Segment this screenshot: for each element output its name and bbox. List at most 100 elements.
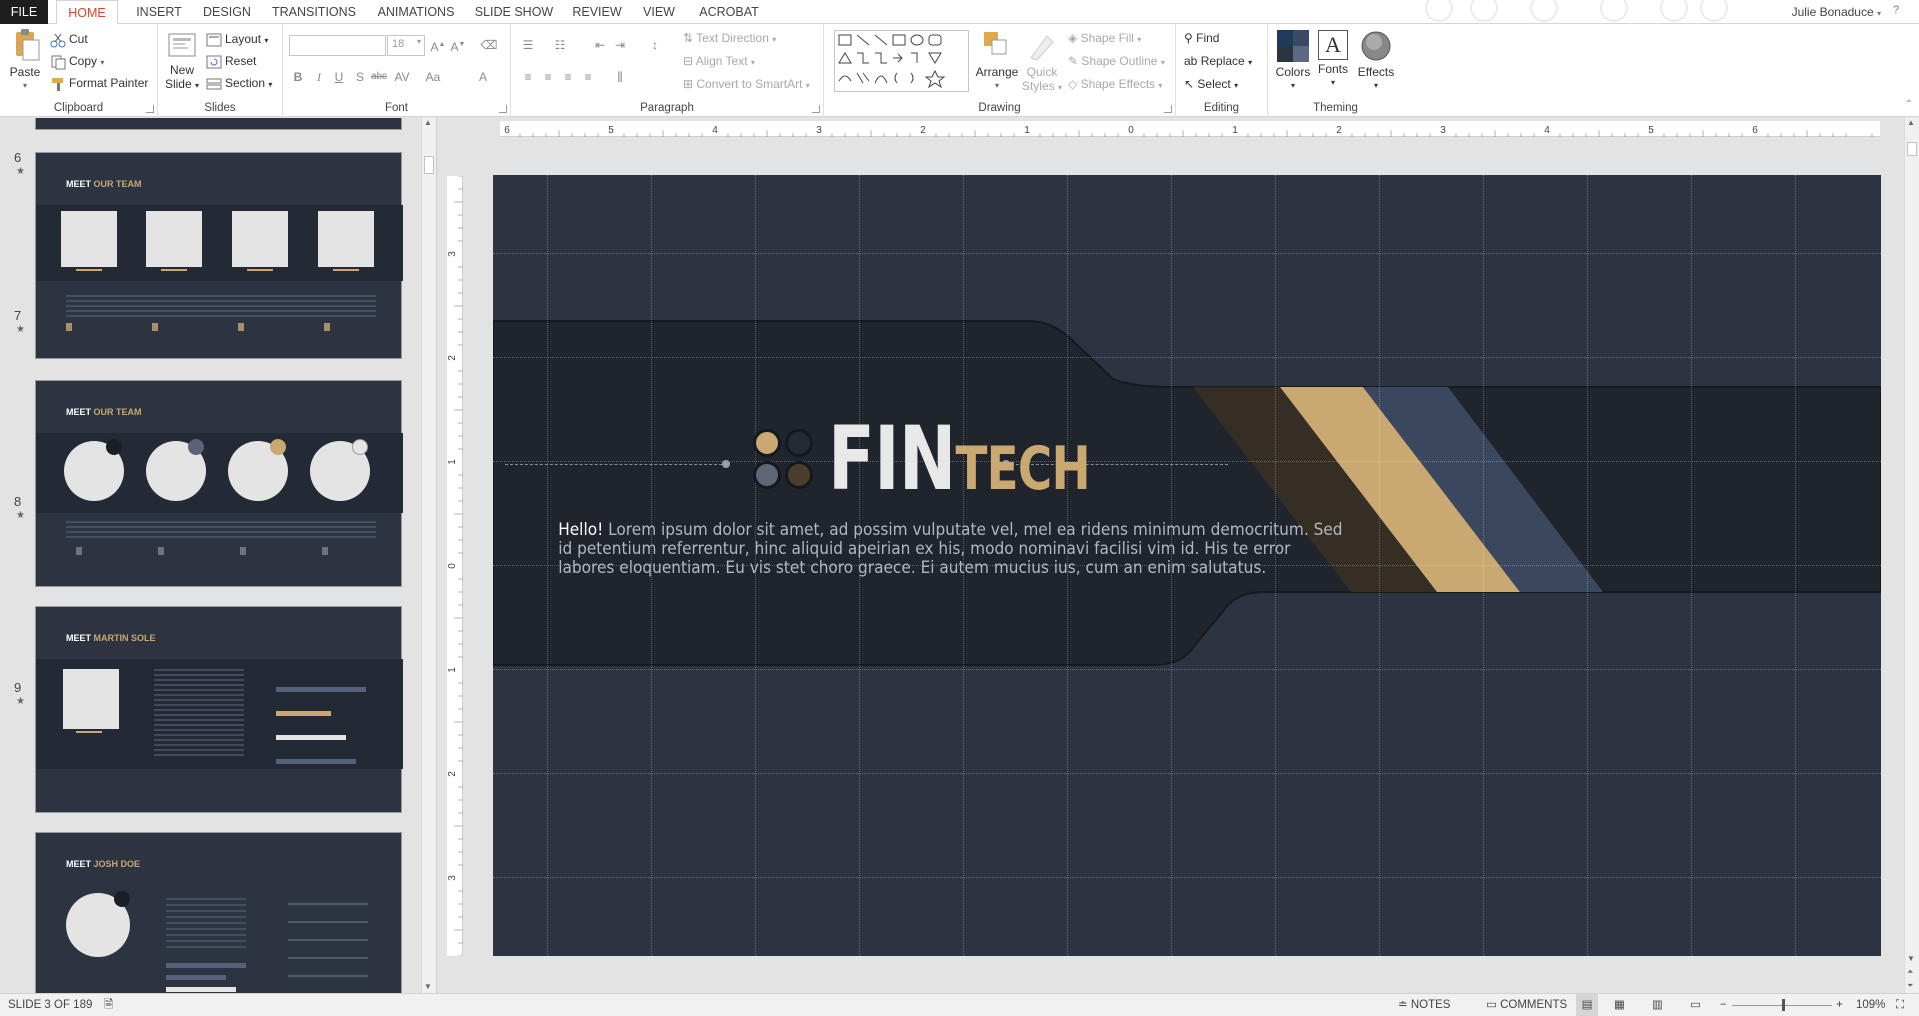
zoom-out-icon[interactable]: − (1720, 994, 1727, 1016)
text-direction-button[interactable]: ⇅ Text Direction ▾ (683, 28, 776, 48)
arrange-button[interactable]: Arrange ▾ (974, 30, 1020, 93)
user-name[interactable]: Julie Bonaduce (1792, 5, 1874, 19)
replace-button[interactable]: ab Replace ▾ (1184, 51, 1252, 71)
align-right-icon[interactable]: ≡ (559, 68, 577, 86)
decrease-indent-icon[interactable]: ⇤ (591, 36, 609, 54)
tab-acrobat[interactable]: ACROBAT (692, 0, 766, 24)
numbering-icon[interactable]: ☷ (551, 36, 569, 54)
font-size-combo[interactable]: 18 ▾ (387, 35, 425, 56)
user-account[interactable]: Julie Bonaduce ▾ (1792, 0, 1881, 24)
shadow-button[interactable]: S (351, 68, 369, 86)
collapse-ribbon-icon[interactable]: ⌃ (1903, 96, 1915, 114)
align-left-icon[interactable]: ≡ (519, 68, 537, 86)
section-button[interactable]: Section ▾ (206, 73, 272, 93)
fonts-button[interactable]: A Fonts ▾ (1314, 30, 1352, 90)
bullets-icon[interactable]: ☰ (519, 36, 537, 54)
effects-button[interactable]: Effects ▾ (1356, 30, 1396, 93)
tab-transitions[interactable]: TRANSITIONS (268, 0, 360, 24)
select-button[interactable]: ↖ Select ▾ (1184, 74, 1238, 94)
copy-button[interactable]: Copy ▾ (50, 51, 104, 71)
slide-thumbnail-9[interactable]: MEET JOSH DOE (35, 832, 402, 993)
slide-thumbnail-partial[interactable] (35, 118, 402, 130)
change-case-icon[interactable]: Aa (424, 68, 442, 86)
shape-fill-button[interactable]: ◈ Shape Fill ▾ (1068, 28, 1141, 48)
normal-view-icon[interactable]: ▤ (1576, 994, 1598, 1016)
scrollbar-thumb[interactable] (424, 156, 434, 174)
chevron-down-icon[interactable]: ▾ (1877, 9, 1881, 18)
zoom-slider-thumb[interactable] (1782, 999, 1785, 1011)
shape-outline-button[interactable]: ✎ Shape Outline ▾ (1068, 51, 1165, 71)
scroll-down-icon[interactable]: ▼ (1907, 954, 1915, 963)
comments-button[interactable]: ▭ COMMENTS (1486, 994, 1567, 1016)
dialog-launcher-icon[interactable] (499, 105, 507, 113)
reading-view-icon[interactable]: ▥ (1652, 994, 1663, 1016)
tab-review[interactable]: REVIEW (568, 0, 626, 24)
quick-styles-button[interactable]: Quick Styles ▾ (1020, 30, 1064, 95)
underline-button[interactable]: U (330, 68, 348, 86)
justify-icon[interactable]: ≡ (579, 68, 597, 86)
font-name-combo[interactable] (289, 35, 386, 56)
vertical-ruler[interactable]: 3 2 1 0 1 2 3 (447, 175, 463, 957)
layout-button[interactable]: Layout ▾ (206, 29, 268, 49)
tab-design[interactable]: DESIGN (198, 0, 256, 24)
italic-button[interactable]: I (310, 68, 328, 86)
fit-to-window-icon[interactable]: ⛶ (1896, 994, 1904, 1016)
scrollbar-thumb[interactable] (1907, 142, 1917, 156)
line-spacing-icon[interactable]: ↕ (646, 36, 664, 54)
strikethrough-button[interactable]: abc (370, 68, 388, 86)
shrink-font-icon[interactable]: A▼ (449, 36, 467, 54)
chevron-down-icon[interactable]: ▾ (100, 58, 104, 67)
zoom-level[interactable]: 109% (1856, 994, 1885, 1016)
slide-sorter-icon[interactable]: ▦ (1614, 994, 1625, 1016)
slide-show-icon[interactable]: ▭ (1690, 994, 1701, 1016)
align-center-icon[interactable]: ≡ (539, 68, 557, 86)
tab-slide-show[interactable]: SLIDE SHOW (471, 0, 557, 24)
next-slide-icon[interactable]: ⏷ (1907, 981, 1913, 991)
slide-thumbnail-6[interactable]: MEET OUR TEAM (35, 152, 403, 359)
clear-formatting-icon[interactable]: ⌫ (480, 36, 498, 54)
grow-font-icon[interactable]: A▲ (429, 36, 447, 54)
shapes-gallery[interactable] (834, 30, 969, 92)
dialog-launcher-icon[interactable] (146, 105, 154, 113)
slide-thumbnail-8[interactable]: MEET MARTIN SOLE (35, 606, 403, 813)
bold-button[interactable]: B (289, 68, 307, 86)
notes-button[interactable]: ≐ NOTES (1398, 994, 1450, 1016)
slide-canvas[interactable]: FINTECH Hello! Lorem ipsum dolor sit ame… (493, 175, 1881, 956)
reset-button[interactable]: Reset (206, 51, 256, 71)
tab-animations[interactable]: ANIMATIONS (371, 0, 461, 24)
scroll-up-icon[interactable]: ▲ (1907, 118, 1915, 127)
tab-view[interactable]: VIEW (634, 0, 684, 24)
paste-button[interactable]: Paste ▾ (4, 28, 46, 93)
increase-indent-icon[interactable]: ⇥ (611, 36, 629, 54)
slide-thumbnail-7[interactable]: MEET OUR TEAM (35, 380, 403, 587)
tab-insert[interactable]: INSERT (128, 0, 190, 24)
cut-button[interactable]: Cut (50, 29, 88, 49)
new-slide-button[interactable]: New Slide ▾ (162, 30, 202, 93)
tab-home[interactable]: HOME (56, 0, 118, 25)
thumbnails-scrollbar[interactable]: ▲ ▼ (421, 118, 436, 993)
intro-text[interactable]: Hello! Lorem ipsum dolor sit amet, ad po… (558, 520, 1342, 577)
format-painter-button[interactable]: Format Painter (50, 73, 148, 93)
character-spacing-icon[interactable]: AV (393, 68, 411, 86)
ruler-label: 1 (447, 667, 458, 673)
previous-slide-icon[interactable]: ⏶ (1907, 967, 1913, 977)
horizontal-ruler[interactable]: 6 5 4 3 2 1 0 1 2 3 4 5 6 (500, 121, 1880, 137)
dialog-launcher-icon[interactable] (1164, 105, 1172, 113)
convert-smartart-button[interactable]: ⊞ Convert to SmartArt ▾ (683, 74, 810, 94)
colors-button[interactable]: Colors ▾ (1274, 30, 1312, 93)
tab-file[interactable]: FILE (0, 0, 48, 24)
dialog-launcher-icon[interactable] (812, 105, 820, 113)
find-button[interactable]: ⚲ Find (1184, 28, 1219, 48)
spell-check-icon[interactable]: 🗎 (104, 994, 113, 1016)
brand-wordmark[interactable]: FINTECH (828, 415, 1091, 505)
guide-handle[interactable] (722, 460, 730, 468)
editor-scrollbar[interactable]: ▲ ▼ ⏶ ⏷ (1904, 118, 1919, 993)
font-color-icon[interactable]: A (474, 68, 492, 86)
scroll-up-icon[interactable]: ▲ (424, 118, 432, 127)
help-icon[interactable]: ? (1889, 4, 1903, 18)
scroll-down-icon[interactable]: ▼ (424, 982, 432, 991)
shape-effects-button[interactable]: ◇ Shape Effects ▾ (1068, 74, 1162, 94)
columns-icon[interactable]: ⫼ (611, 68, 629, 86)
zoom-in-icon[interactable]: + (1836, 994, 1843, 1016)
align-text-button[interactable]: ⊟ Align Text ▾ (683, 51, 755, 71)
